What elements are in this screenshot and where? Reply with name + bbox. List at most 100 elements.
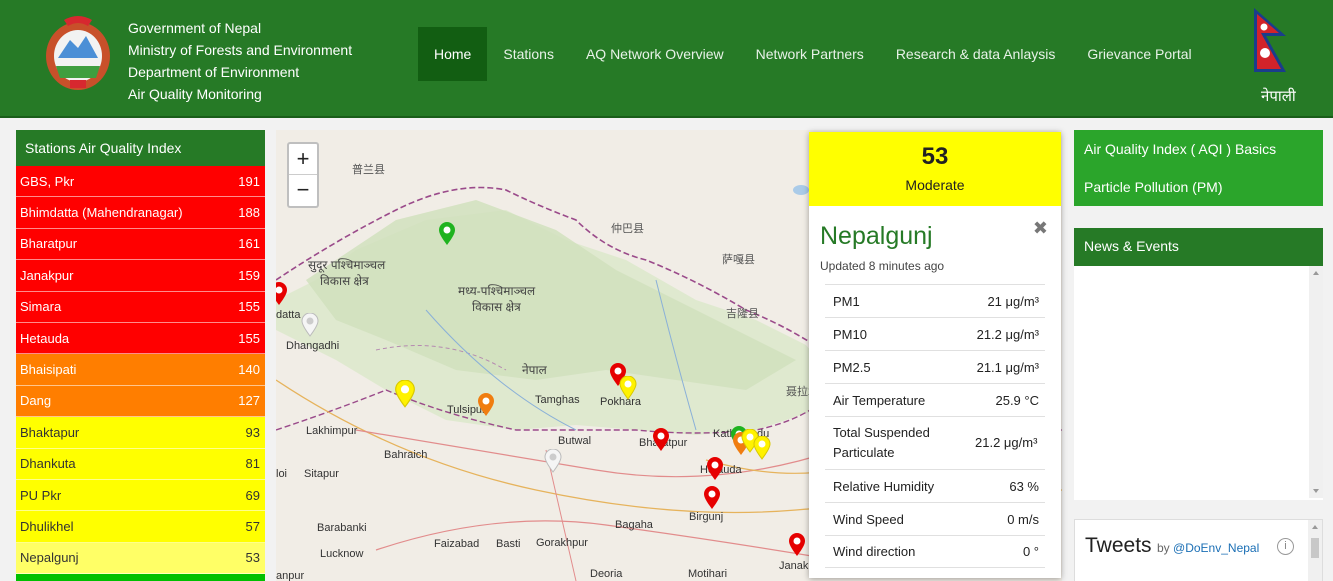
aqi-basics-link[interactable]: Air Quality Index ( AQI ) Basics bbox=[1074, 130, 1323, 168]
station-marker-yellow[interactable] bbox=[619, 376, 637, 400]
station-name: Dhankuta bbox=[20, 456, 76, 472]
right-sidebar: Air Quality Index ( AQI ) Basics Particl… bbox=[1074, 130, 1323, 206]
map-label-bagaha: Bagaha bbox=[615, 519, 653, 531]
station-name: Nepalgunj bbox=[20, 550, 79, 566]
reading-label: Relative Humidity bbox=[833, 478, 935, 494]
map-label-mid-west-region-2: विकास क्षेत्र bbox=[472, 300, 521, 314]
tweets-by-label: by bbox=[1157, 541, 1170, 555]
nav-network-partners[interactable]: Network Partners bbox=[740, 27, 880, 81]
reading-value: 21.2 μg/m³ bbox=[975, 435, 1038, 450]
station-name: Simara bbox=[20, 299, 62, 315]
map-label-tamghas: Tamghas bbox=[535, 394, 580, 406]
map-label-barabanki: Barabanki bbox=[317, 522, 367, 534]
station-row-bhimdatta[interactable]: Bhimdatta (Mahendranagar) 188 bbox=[16, 197, 265, 229]
station-name: Dang bbox=[20, 393, 52, 409]
reading-value: 21.2 μg/m³ bbox=[976, 326, 1039, 342]
station-row-bhaisipati[interactable]: Bhaisipati 140 bbox=[16, 354, 265, 386]
reading-value: 0 ° bbox=[1022, 544, 1039, 559]
info-icon[interactable]: i bbox=[1277, 538, 1294, 555]
map-label-far-west-region-2: विकास क्षेत्र bbox=[320, 274, 369, 288]
nepal-flag-icon bbox=[1254, 8, 1286, 72]
nav-aq-network-overview[interactable]: AQ Network Overview bbox=[570, 27, 740, 81]
tweets-widget: Tweets by @DoEnv_Nepal i bbox=[1074, 519, 1323, 581]
station-name: Dhulikhel bbox=[20, 518, 74, 534]
station-marker-red[interactable] bbox=[703, 486, 721, 510]
map-label-deoria: Deoria bbox=[590, 568, 623, 580]
map-label-far-west-region-1: सुदूर पश्चिमाञ्चल bbox=[308, 258, 386, 272]
station-marker-red[interactable] bbox=[706, 457, 724, 481]
station-marker-white[interactable] bbox=[544, 449, 562, 473]
popup-station-name: Nepalgunj bbox=[820, 222, 933, 250]
station-marker-red[interactable] bbox=[276, 282, 288, 306]
tweets-scrollbar[interactable] bbox=[1308, 520, 1322, 581]
station-row-dhulikhel[interactable]: Dhulikhel 57 bbox=[16, 511, 265, 543]
station-aqi: 57 bbox=[245, 518, 260, 534]
station-aqi: 93 bbox=[245, 424, 260, 440]
station-aqi: 191 bbox=[238, 173, 260, 189]
station-row-dang[interactable]: Dang 127 bbox=[16, 385, 265, 418]
language-toggle[interactable]: नेपाली bbox=[1261, 86, 1296, 106]
nav-home[interactable]: Home bbox=[418, 27, 488, 81]
station-marker-red[interactable] bbox=[652, 428, 670, 452]
map-label-gorakhpur: Gorakhpur bbox=[536, 537, 588, 549]
nav-stations[interactable]: Stations bbox=[487, 27, 570, 81]
reading-value: 0 m/s bbox=[1007, 511, 1039, 527]
station-row-pu-pkr[interactable]: PU Pkr 69 bbox=[16, 479, 265, 512]
station-marker-white[interactable] bbox=[301, 313, 319, 337]
stations-aqi-panel: Stations Air Quality Index GBS, Pkr 191 B… bbox=[16, 130, 265, 581]
station-row-hetauda[interactable]: Hetauda 155 bbox=[16, 322, 265, 355]
popup-updated-time: Updated 8 minutes ago bbox=[820, 259, 945, 273]
station-row-dhankuta[interactable]: Dhankuta 81 bbox=[16, 448, 265, 480]
tweets-title: Tweets bbox=[1085, 534, 1152, 557]
reading-row: PM10 21.2 μg/m³ bbox=[825, 317, 1045, 350]
station-marker-orange[interactable] bbox=[477, 393, 495, 417]
twitter-handle-link[interactable]: @DoEnv_Nepal bbox=[1173, 541, 1259, 555]
station-name: Bhaktapur bbox=[20, 424, 80, 440]
station-row-bharatpur[interactable]: Bharatpur 161 bbox=[16, 228, 265, 261]
nav-grievance-portal[interactable]: Grievance Portal bbox=[1071, 27, 1207, 81]
station-name: Hetauda bbox=[20, 330, 70, 346]
station-name: Bhimdatta (Mahendranagar) bbox=[20, 205, 183, 221]
map-label-butwal: Butwal bbox=[558, 435, 592, 447]
station-marker-red[interactable] bbox=[788, 533, 806, 557]
close-icon[interactable]: ✖ bbox=[1033, 218, 1048, 239]
station-popup: 53 Moderate ✖ Nepalgunj Updated 8 minute… bbox=[809, 132, 1061, 578]
map-label-dhangadhi: Dhangadhi bbox=[286, 340, 340, 352]
nav-research-data-analysis[interactable]: Research & data Anlaysis bbox=[880, 27, 1072, 81]
station-row-gbs-pkr[interactable]: GBS, Pkr 191 bbox=[16, 166, 265, 198]
reading-row: Total Suspended Particulate 21.2 μg/m³ bbox=[825, 416, 1045, 469]
station-aqi: 155 bbox=[238, 330, 260, 346]
station-name: PU Pkr bbox=[20, 487, 62, 503]
zoom-in-button[interactable]: + bbox=[289, 144, 317, 175]
map-label-faizabad: Faizabad bbox=[434, 538, 480, 550]
reading-label: PM10 bbox=[833, 326, 867, 342]
station-row-nepalgunj[interactable]: Nepalgunj 53 bbox=[16, 542, 265, 575]
station-aqi: 140 bbox=[238, 362, 260, 378]
gov-line-2: Ministry of Forests and Environment bbox=[128, 42, 353, 58]
map-label-saga: 萨嘎县 bbox=[722, 254, 755, 266]
popup-readings-table: PM1 21 μg/m³ PM10 21.2 μg/m³ PM2.5 21.1 μg/… bbox=[825, 284, 1045, 568]
map-label-motihari: Motihari bbox=[688, 568, 728, 580]
station-marker-green[interactable] bbox=[438, 222, 456, 246]
station-row-next[interactable] bbox=[16, 574, 265, 581]
station-row-janakpur[interactable]: Janakpur 159 bbox=[16, 260, 265, 292]
site-header: Government of Nepal Ministry of Forests … bbox=[0, 0, 1333, 118]
station-name: Bharatpur bbox=[20, 236, 78, 252]
station-row-bhaktapur[interactable]: Bhaktapur 93 bbox=[16, 417, 265, 449]
zoom-controls: + − bbox=[287, 142, 319, 208]
popup-aqi-banner: 53 Moderate bbox=[809, 132, 1061, 206]
reading-value: 63 % bbox=[1009, 478, 1039, 494]
reading-label: PM1 bbox=[833, 293, 860, 309]
news-scrollbar[interactable] bbox=[1309, 266, 1323, 498]
scrollbar-arrows-icon bbox=[1313, 271, 1319, 493]
station-marker-yellow[interactable] bbox=[394, 380, 416, 408]
map-label-zhongba: 仲巴县 bbox=[611, 223, 644, 235]
station-marker-yellow[interactable] bbox=[753, 436, 771, 460]
reading-label: Wind direction bbox=[833, 544, 916, 559]
particle-pollution-link[interactable]: Particle Pollution (PM) bbox=[1074, 168, 1323, 206]
main-nav: Home Stations AQ Network Overview Networ… bbox=[418, 27, 1208, 81]
zoom-out-button[interactable]: − bbox=[289, 175, 317, 206]
station-row-simara[interactable]: Simara 155 bbox=[16, 291, 265, 323]
reading-value: 21.1 μg/m³ bbox=[976, 359, 1039, 375]
station-aqi: 155 bbox=[238, 299, 260, 315]
